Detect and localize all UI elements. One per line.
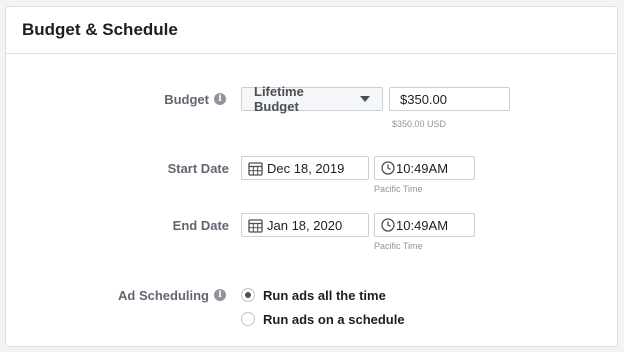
end-date-value: Jan 18, 2020: [267, 217, 343, 233]
clock-icon: [381, 161, 395, 175]
info-icon[interactable]: i: [214, 93, 226, 105]
budget-amount-input[interactable]: $350.00: [389, 87, 510, 111]
radio-run-all-time[interactable]: Run ads all the time: [241, 286, 386, 304]
start-date-input[interactable]: Dec 18, 2019: [241, 156, 369, 180]
budget-amount-value: $350.00: [400, 91, 447, 107]
start-date-label: Start Date: [167, 160, 229, 176]
start-date-value: Dec 18, 2019: [267, 160, 345, 176]
caret-down-icon: [360, 96, 370, 102]
radio-run-on-schedule[interactable]: Run ads on a schedule: [241, 310, 405, 328]
ad-scheduling-label: Ad Scheduling i: [100, 283, 226, 307]
budget-label-text: Budget: [164, 91, 209, 107]
end-time-input[interactable]: 10:49AM: [374, 213, 475, 237]
clock-icon: [381, 218, 395, 232]
calendar-icon: [248, 161, 263, 176]
budget-type-value: Lifetime Budget: [254, 84, 304, 114]
budget-type-select[interactable]: Lifetime Budget: [241, 84, 383, 114]
radio-run-all-time-label: Run ads all the time: [263, 287, 386, 303]
end-time-value: 10:49AM: [396, 217, 449, 233]
end-timezone-hint: Pacific Time: [374, 241, 423, 251]
start-timezone-hint: Pacific Time: [374, 184, 423, 194]
start-time-value: 10:49AM: [396, 160, 449, 176]
end-date-label: End Date: [172, 217, 229, 233]
radio-empty-icon[interactable]: [241, 312, 255, 326]
start-time-input[interactable]: 10:49AM: [374, 156, 475, 180]
info-icon[interactable]: i: [214, 289, 226, 301]
panel-header: Budget & Schedule: [6, 7, 617, 54]
ad-scheduling-label-text: Ad Scheduling: [118, 287, 209, 303]
budget-label: Budget i: [120, 87, 226, 111]
end-date-input[interactable]: Jan 18, 2020: [241, 213, 369, 237]
panel-title: Budget & Schedule: [22, 20, 178, 39]
radio-run-on-schedule-label: Run ads on a schedule: [263, 311, 405, 327]
budget-amount-hint: $350.00 USD: [392, 119, 447, 129]
radio-selected-icon[interactable]: [241, 288, 255, 302]
calendar-icon: [248, 218, 263, 233]
